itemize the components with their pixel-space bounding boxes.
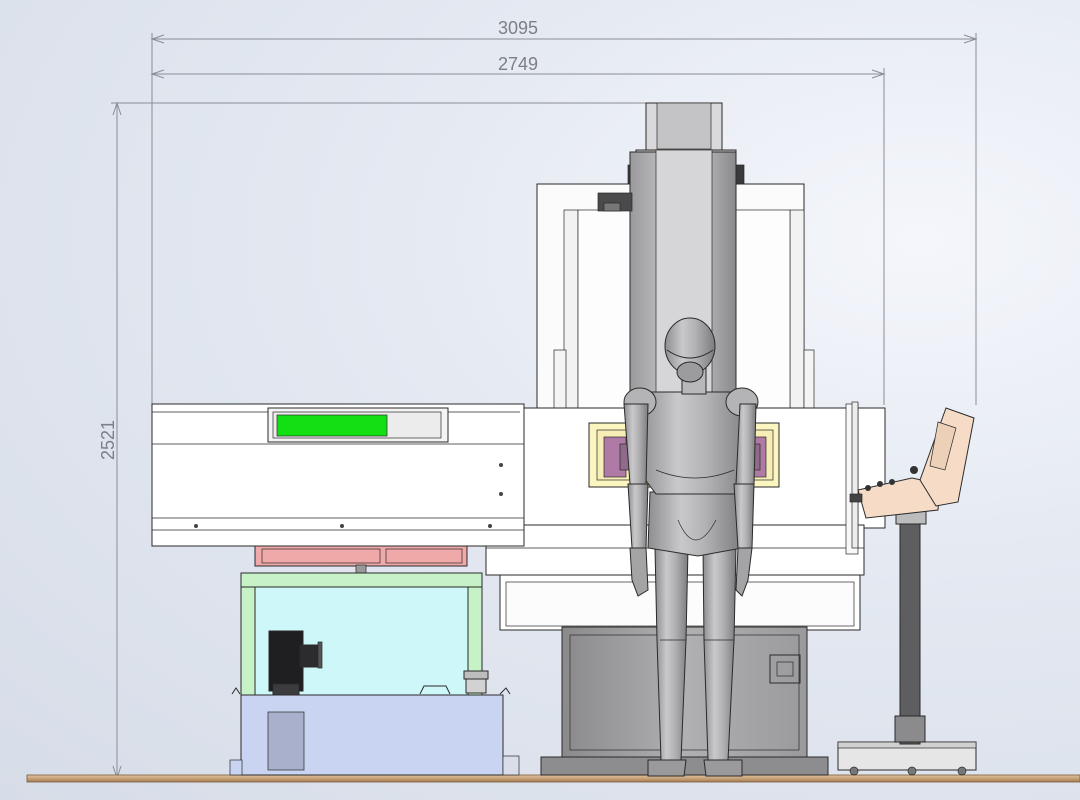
floor [26, 774, 1080, 783]
level-indicator-fill [276, 414, 388, 437]
pendant-pole [899, 521, 921, 745]
machine-drawing: 3095 2749 2521 [26, 18, 1080, 783]
machine-enclosure [536, 149, 815, 418]
dimension-label-machine-width: 2749 [498, 54, 538, 74]
coolant-tank [229, 685, 520, 776]
dimension-label-overall-width: 3095 [498, 18, 538, 38]
filter-cap [463, 670, 489, 694]
dimension-label-overall-height: 2521 [98, 420, 118, 460]
left-housing [151, 403, 525, 547]
